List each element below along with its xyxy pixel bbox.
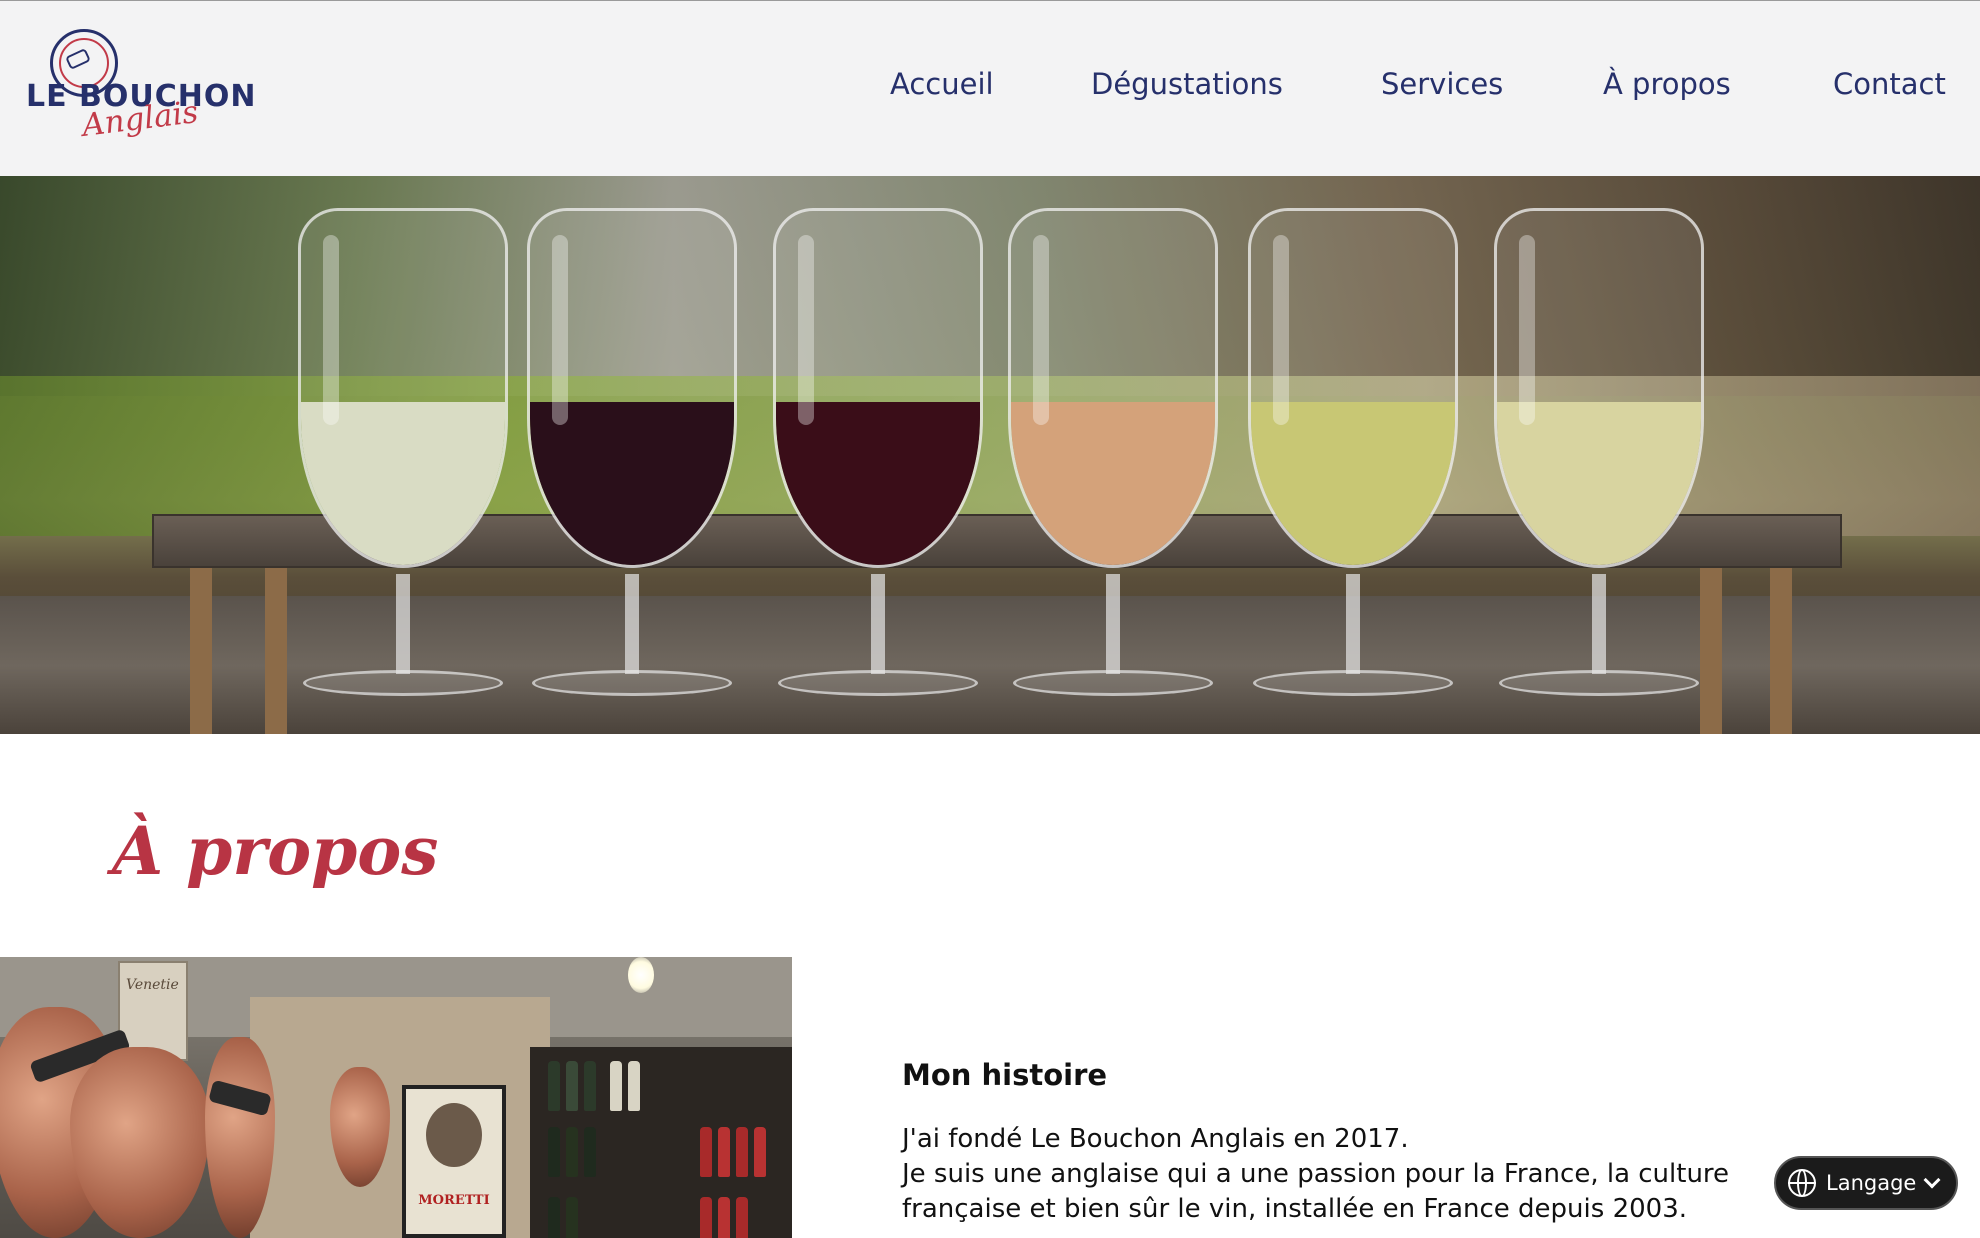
story-paragraph-line: française et bien sûr le vin, installée …: [902, 1194, 1688, 1224]
nav-contact[interactable]: Contact: [1833, 67, 1946, 101]
language-selector-button[interactable]: Langage: [1774, 1156, 1958, 1210]
story-heading: Mon histoire: [902, 1058, 1108, 1092]
nav-accueil[interactable]: Accueil: [890, 67, 994, 101]
wine-glass: [773, 208, 983, 568]
chevron-down-icon: [1923, 1171, 1941, 1189]
site-logo[interactable]: LE BOUCHON Anglais: [26, 27, 256, 147]
language-label: Langage: [1826, 1171, 1917, 1195]
nav-services[interactable]: Services: [1381, 67, 1503, 101]
site-header: LE BOUCHON Anglais Accueil Dégustations …: [0, 0, 1980, 176]
story-paragraph-line: J'ai fondé Le Bouchon Anglais en 2017.: [902, 1124, 1409, 1154]
wine-shelf: [530, 1047, 792, 1238]
wine-glass: [1008, 208, 1218, 568]
wine-cellar-photo: Venetie MORETTI: [0, 957, 792, 1238]
moretti-poster: MORETTI: [402, 1085, 506, 1238]
wine-glass: [1494, 208, 1704, 568]
wine-glass: [1248, 208, 1458, 568]
nav-a-propos[interactable]: À propos: [1603, 67, 1731, 101]
hero-wine-glasses-image: [0, 176, 1980, 734]
light-bulb: [628, 957, 654, 993]
globe-icon: [1788, 1169, 1816, 1197]
nav-degustations[interactable]: Dégustations: [1091, 67, 1283, 101]
about-heading: À propos: [112, 812, 439, 890]
wine-glass: [527, 208, 737, 568]
story-paragraph-line: Je suis une anglaise qui a une passion p…: [902, 1159, 1730, 1189]
wine-glass: [298, 208, 508, 568]
